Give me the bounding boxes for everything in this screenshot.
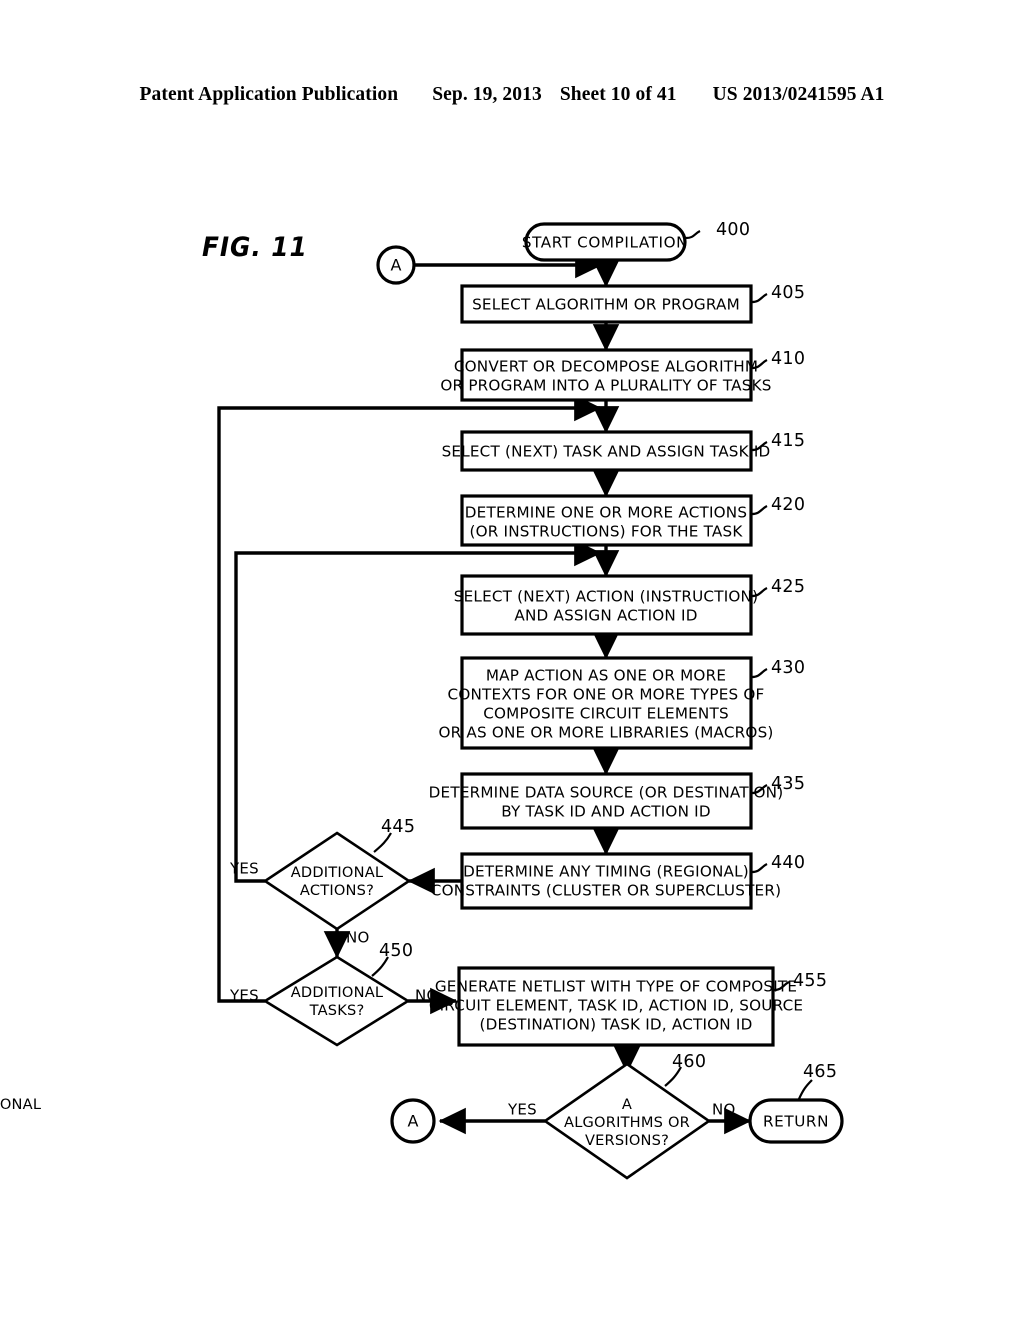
- ref-455: 455: [793, 971, 827, 991]
- node-440-line2: CONSTRAINTS (CLUSTER OR SUPERCLUSTER): [431, 882, 781, 900]
- node-455-line2: CIRCUIT ELEMENT, TASK ID, ACTION ID, SOU…: [429, 997, 803, 1015]
- connector-a-top-label: A: [391, 256, 402, 275]
- leader-420: [751, 505, 768, 516]
- ref-425: 425: [771, 577, 805, 597]
- node-435-line1: DETERMINE DATA SOURCE (OR DESTINATION): [429, 784, 784, 802]
- ref-445: 445: [381, 817, 415, 837]
- node-460-line1: ADDITIONAL: [0, 1096, 632, 1113]
- node-405-line1: SELECT ALGORITHM OR PROGRAM: [472, 296, 740, 314]
- ref-450: 450: [379, 941, 413, 961]
- ref-415: 415: [771, 431, 805, 451]
- ref-405: 405: [771, 283, 805, 303]
- node-425-line1: SELECT (NEXT) ACTION (INSTRUCTION): [454, 588, 758, 606]
- node-425-line2: AND ASSIGN ACTION ID: [514, 607, 697, 625]
- leader-430: [751, 668, 768, 679]
- node-410-line2: OR PROGRAM INTO A PLURALITY OF TASKS: [440, 377, 771, 395]
- leader-405: [751, 293, 768, 304]
- node-400-label: START COMPILATION: [522, 234, 688, 252]
- node-455-line1: GENERATE NETLIST WITH TYPE OF COMPOSITE: [435, 978, 797, 996]
- label-450-yes: YES: [229, 987, 259, 1005]
- leader-440: [751, 863, 768, 874]
- label-445-yes: YES: [229, 860, 259, 878]
- ref-460: 460: [672, 1052, 706, 1072]
- node-445-line1: ADDITIONAL: [291, 864, 384, 881]
- node-455-line3: (DESTINATION) TASK ID, ACTION ID: [480, 1016, 753, 1034]
- node-460-line2: ALGORITHMS OR: [564, 1114, 690, 1131]
- ref-430: 430: [771, 658, 805, 678]
- ref-400: 400: [716, 220, 750, 240]
- ref-410: 410: [771, 349, 805, 369]
- node-430-line4: OR AS ONE OR MORE LIBRARIES (MACROS): [438, 724, 773, 742]
- label-445-no: NO: [346, 929, 370, 947]
- label-460-yes: YES: [507, 1101, 537, 1119]
- ref-435: 435: [771, 774, 805, 794]
- node-420-line2: (OR INSTRUCTIONS) FOR THE TASK: [469, 523, 743, 541]
- node-445-line2: ACTIONS?: [300, 882, 374, 899]
- label-460-no: NO: [712, 1101, 736, 1119]
- decision-additional-actions: [262, 831, 412, 931]
- node-435-line2: BY TASK ID AND ACTION ID: [501, 803, 710, 821]
- decision-additional-tasks: [262, 955, 411, 1047]
- node-460-line3: VERSIONS?: [585, 1132, 669, 1149]
- connector-a-bottom-label: A: [408, 1112, 419, 1131]
- patent-figure-page: Patent Application Publication Sep. 19, 2…: [0, 0, 1024, 1320]
- node-465-label: RETURN: [763, 1113, 829, 1131]
- node-450-line2: TASKS?: [309, 1002, 365, 1019]
- node-450-line1: ADDITIONAL: [291, 984, 384, 1001]
- node-440-line1: DETERMINE ANY TIMING (REGIONAL): [463, 863, 749, 881]
- flowchart-diagram: START COMPILATION 400 A SELECT ALGORITHM…: [0, 220, 844, 1180]
- ref-440: 440: [771, 853, 805, 873]
- ref-465: 465: [803, 1062, 837, 1082]
- node-410-line1: CONVERT OR DECOMPOSE ALGORITHM: [454, 358, 758, 376]
- node-430-line2: CONTEXTS FOR ONE OR MORE TYPES OF: [448, 686, 765, 704]
- node-430-line3: COMPOSITE CIRCUIT ELEMENTS: [483, 705, 729, 723]
- node-420-line1: DETERMINE ONE OR MORE ACTIONS: [465, 504, 747, 522]
- ref-420: 420: [771, 495, 805, 515]
- leader-465: [797, 1079, 813, 1100]
- node-430-line1: MAP ACTION AS ONE OR MORE: [486, 667, 726, 685]
- node-415-line1: SELECT (NEXT) TASK AND ASSIGN TASK ID: [442, 443, 771, 461]
